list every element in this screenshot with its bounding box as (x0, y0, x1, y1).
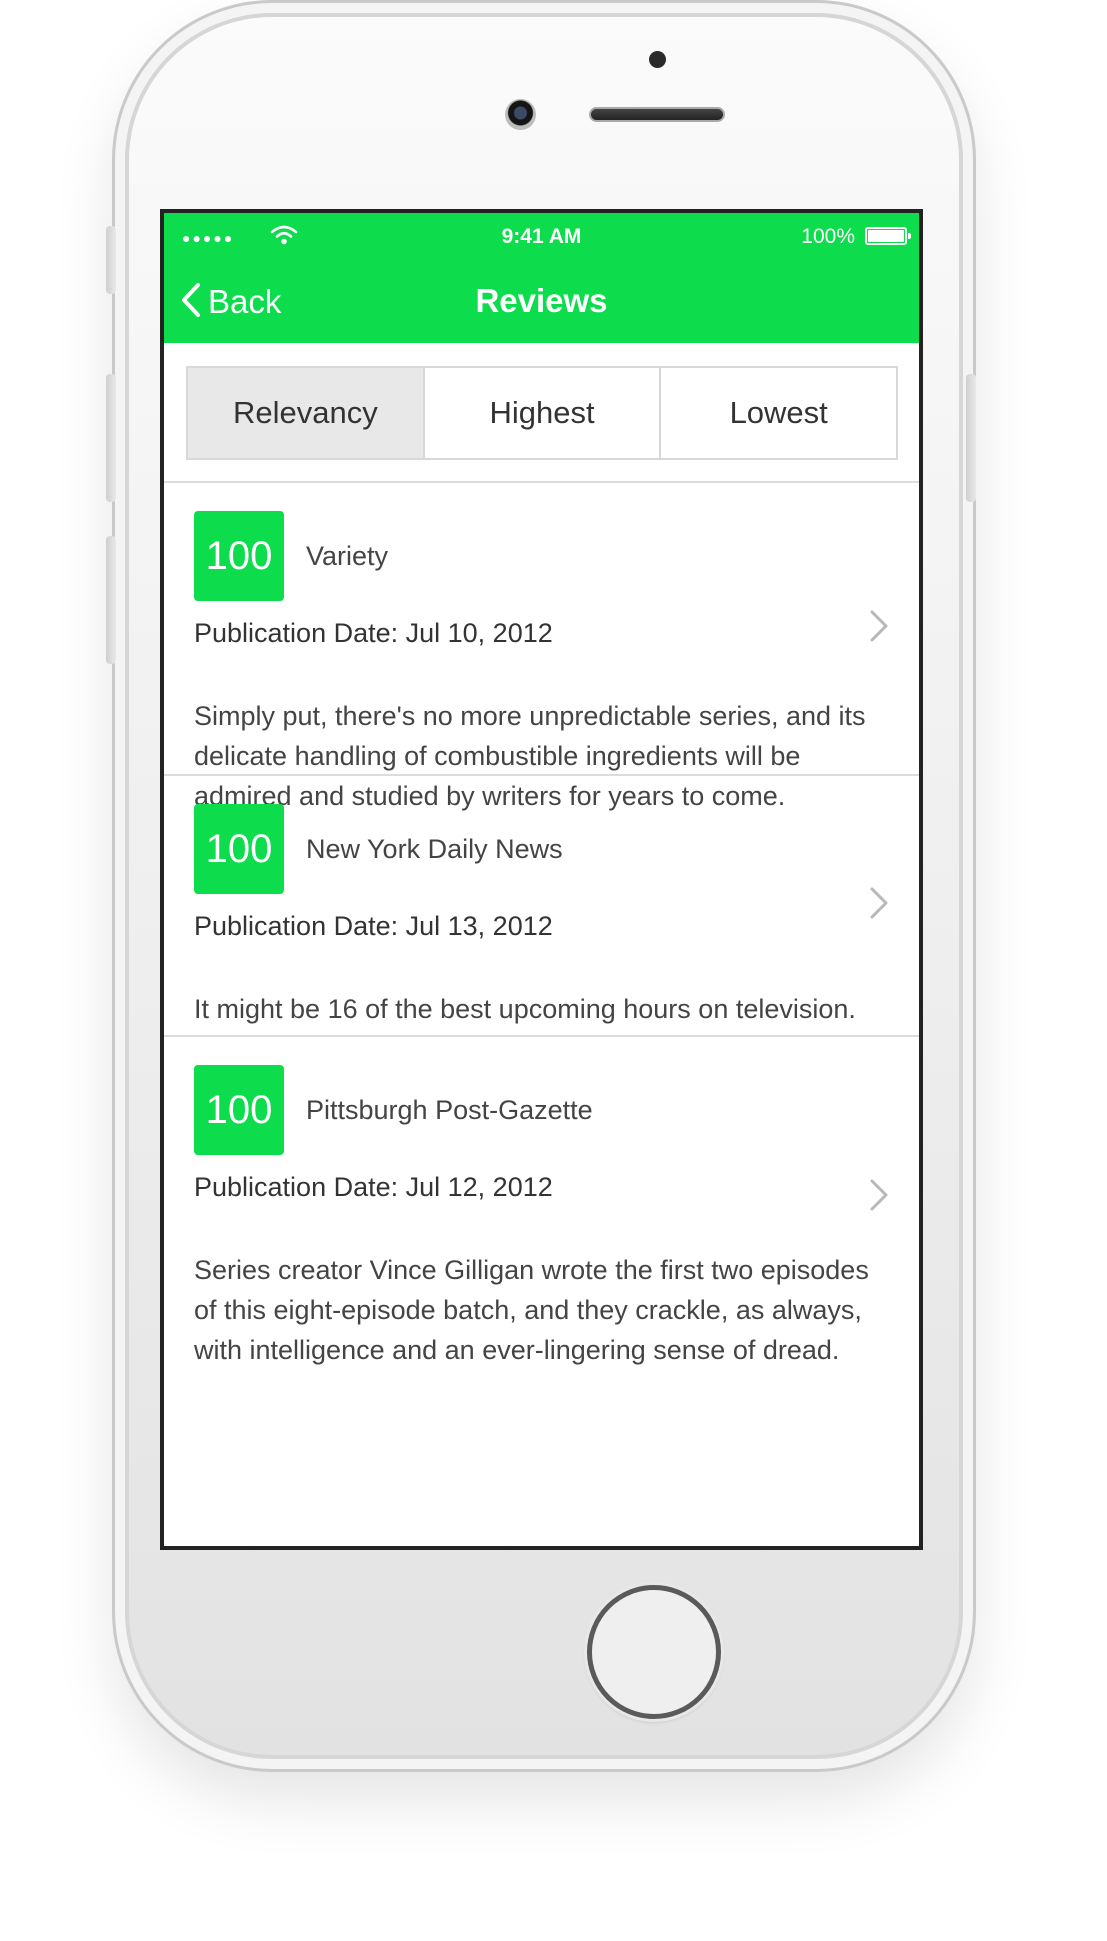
segment-highest[interactable]: Highest (425, 368, 662, 458)
publication-date: Publication Date: Jul 12, 2012 (194, 1172, 553, 1202)
power-button (966, 374, 976, 502)
review-row[interactable]: 100 Pittsburgh Post-Gazette Publication … (164, 1037, 919, 1457)
review-row[interactable]: 100 Variety Publication Date: Jul 10, 20… (164, 483, 919, 811)
battery-icon (865, 227, 911, 245)
volume-down-button (106, 536, 116, 664)
chevron-right-icon (869, 886, 889, 925)
chevron-right-icon (869, 1178, 889, 1217)
navigation-bar: Back Reviews (164, 259, 919, 343)
segment-lowest[interactable]: Lowest (661, 368, 896, 458)
volume-up-button (106, 374, 116, 502)
segment-relevancy[interactable]: Relevancy (188, 368, 425, 458)
review-quote: Series creator Vince Gilligan wrote the … (194, 1255, 869, 1365)
front-camera-icon (505, 99, 536, 130)
reviews-list: 100 Variety Publication Date: Jul 10, 20… (164, 481, 919, 1457)
publication-date: Publication Date: Jul 13, 2012 (194, 911, 553, 941)
publication-date: Publication Date: Jul 10, 2012 (194, 618, 553, 648)
review-quote: It might be 16 of the best upcoming hour… (194, 994, 856, 1024)
proximity-sensor (649, 51, 666, 68)
chevron-right-icon (869, 609, 889, 648)
score-badge: 100 (194, 511, 284, 601)
home-button[interactable] (587, 1585, 721, 1719)
review-source: New York Daily News (306, 834, 563, 864)
page-title: Reviews (475, 282, 608, 319)
status-bar: ●●●●● 9:41 AM 100% (164, 213, 919, 259)
earpiece-speaker (589, 107, 725, 122)
review-source: Variety (306, 541, 389, 571)
battery-percentage: 100% (801, 225, 855, 248)
review-source: Pittsburgh Post-Gazette (306, 1095, 593, 1125)
score-badge: 100 (194, 804, 284, 894)
review-row[interactable]: 100 New York Daily News Publication Date… (164, 776, 919, 1037)
score-badge: 100 (194, 1065, 284, 1155)
app-screen: ●●●●● 9:41 AM 100% Back Reviews Relevanc… (160, 209, 923, 1550)
mute-switch (106, 226, 116, 294)
sort-segmented-control: Relevancy Highest Lowest (186, 366, 898, 460)
